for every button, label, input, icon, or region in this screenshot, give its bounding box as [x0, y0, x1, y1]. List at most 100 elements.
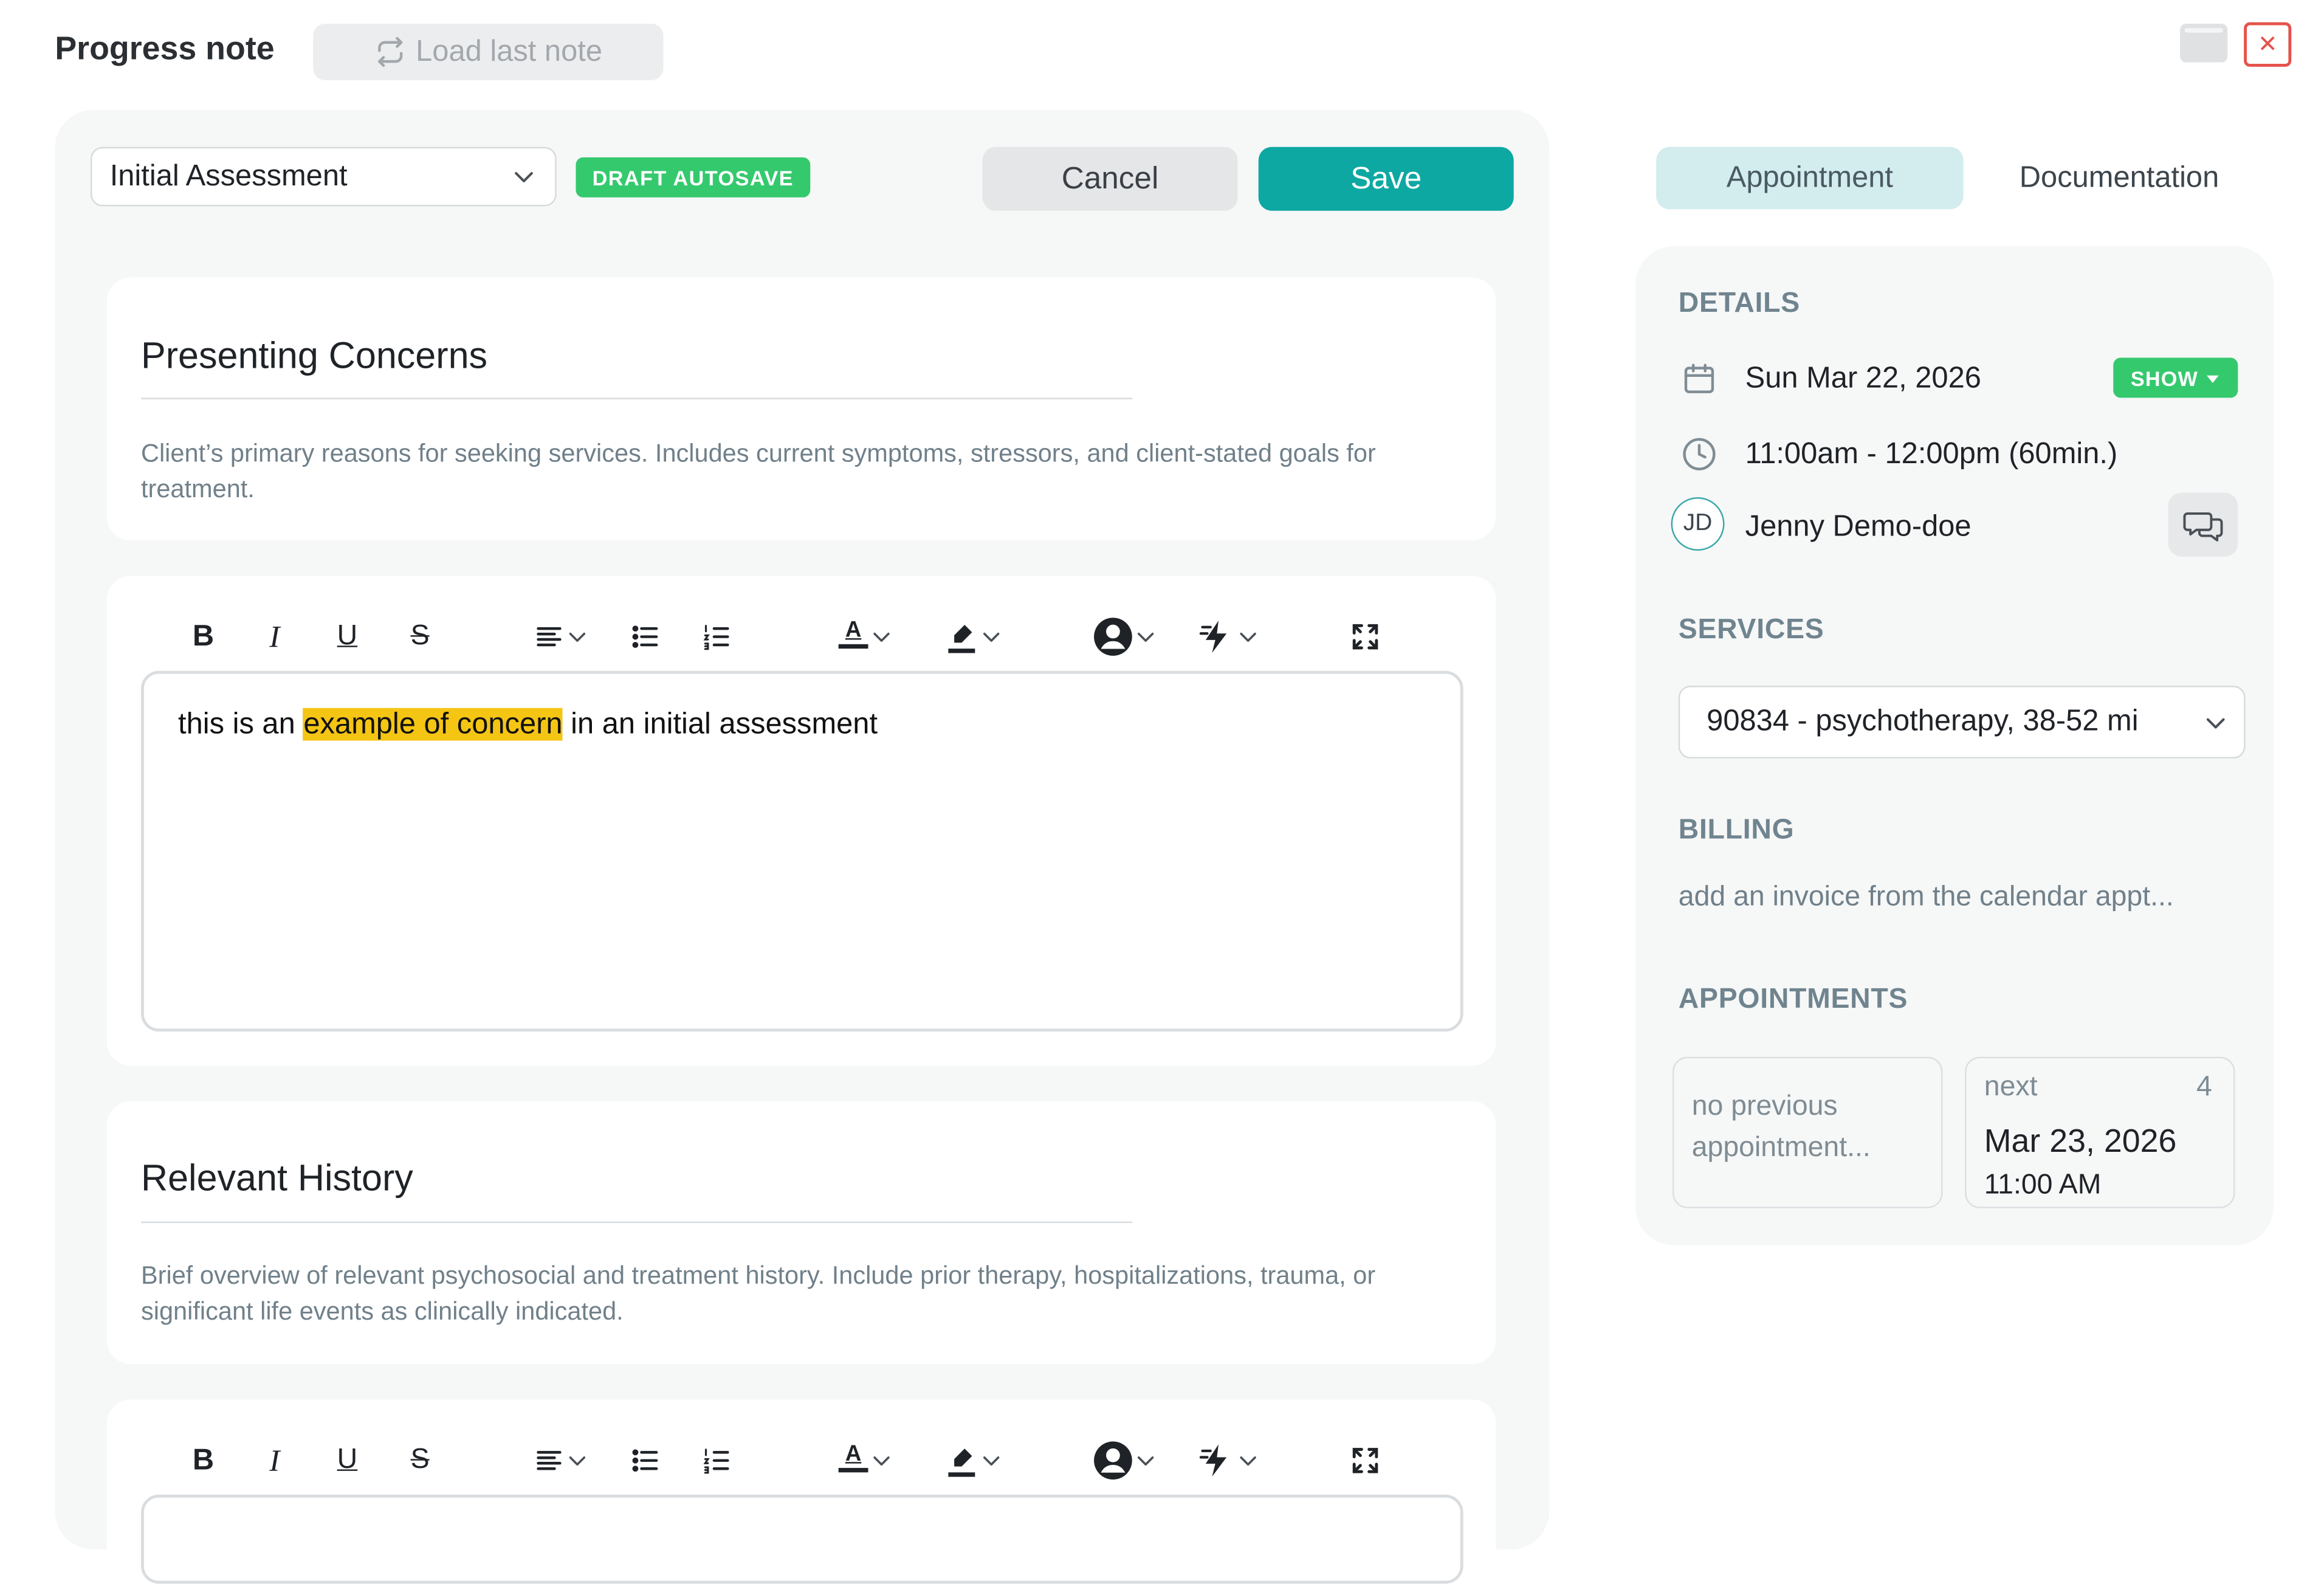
service-select[interactable]: 90834 - psychotherapy, 38-52 mi — [1678, 686, 2246, 759]
clock-icon — [1683, 438, 1716, 470]
chevron-down-icon — [515, 172, 533, 182]
numbered-list-icon — [703, 625, 729, 650]
caret-down-icon — [2207, 374, 2219, 382]
user-icon — [1094, 618, 1132, 656]
strikethrough-button[interactable]: S — [401, 616, 439, 657]
billing-text: add an invoice from the calendar appt... — [1678, 881, 2174, 913]
template-select-value: Initial Assessment — [109, 159, 348, 193]
highlighted-text: example of concern — [303, 708, 563, 741]
italic-button[interactable]: I — [255, 1440, 294, 1481]
underline-button[interactable]: U — [328, 1440, 366, 1481]
section-description: Client’s primary reasons for seeking ser… — [140, 439, 1376, 503]
save-button[interactable]: Save — [1258, 146, 1514, 211]
avatar[interactable]: JD — [1671, 497, 1725, 551]
insert-client-field-dropdown[interactable] — [1085, 613, 1165, 661]
services-heading: SERVICES — [1678, 614, 1824, 646]
calendar-icon — [1684, 363, 1714, 393]
numbered-list-icon — [703, 1448, 729, 1474]
text-color-dropdown[interactable]: A — [820, 1438, 910, 1482]
billing-heading: BILLING — [1678, 814, 1795, 846]
load-last-note-label: Load last note — [416, 35, 602, 68]
text-color-dropdown[interactable]: A — [820, 615, 910, 659]
section-divider — [140, 1221, 1133, 1224]
bulleted-list-button[interactable] — [626, 618, 664, 656]
attendance-status-dropdown[interactable]: SHOW — [2113, 357, 2238, 398]
text-color-letter: A — [845, 617, 862, 643]
bold-button[interactable]: B — [184, 1440, 222, 1481]
rich-text-editor[interactable] — [140, 1494, 1463, 1584]
text-color-letter: A — [845, 1441, 862, 1467]
insert-client-field-dropdown[interactable] — [1085, 1437, 1165, 1484]
underline-button[interactable]: U — [328, 616, 366, 657]
section-divider — [140, 398, 1133, 399]
next-appointment-count: 4 — [2196, 1072, 2212, 1103]
fullscreen-icon — [1352, 1448, 1378, 1473]
text-color-icon: A — [837, 1441, 870, 1479]
refresh-icon — [378, 36, 403, 67]
attendance-status-label: SHOW — [2130, 365, 2199, 390]
chevron-down-icon — [1137, 1456, 1154, 1466]
template-select[interactable]: Initial Assessment — [90, 146, 557, 207]
tab-appointment[interactable]: Appointment — [1656, 146, 1964, 210]
chat-icon — [2182, 511, 2223, 541]
editor-text-segment: this is an — [178, 708, 304, 741]
numbered-list-button[interactable] — [698, 1441, 736, 1479]
chevron-down-icon — [1240, 632, 1256, 642]
fullscreen-button[interactable] — [1346, 618, 1384, 656]
cancel-button[interactable]: Cancel — [982, 146, 1238, 211]
strikethrough-button[interactable]: S — [401, 1440, 439, 1481]
chevron-down-icon — [983, 632, 1000, 642]
lightning-icon — [1199, 1444, 1227, 1477]
highlighter-icon — [948, 1448, 975, 1477]
bulleted-list-icon — [632, 1449, 658, 1472]
section-title: Relevant History — [140, 1157, 413, 1200]
fullscreen-icon — [1352, 624, 1378, 650]
editor-text-segment: in an initial assessment — [562, 708, 878, 741]
bulleted-list-icon — [632, 625, 658, 648]
numbered-list-button[interactable] — [698, 618, 736, 656]
message-client-button[interactable] — [2168, 492, 2238, 557]
appointments-heading: APPOINTMENTS — [1678, 983, 1908, 1016]
minimize-window-button[interactable] — [2180, 24, 2228, 63]
appointment-time: 11:00am - 12:00pm (60min.) — [1745, 438, 2118, 471]
appointment-date: Sun Mar 22, 2026 — [1745, 362, 1981, 395]
close-icon: ✕ — [2257, 32, 2278, 58]
section-title: Presenting Concerns — [140, 335, 488, 377]
next-appointment-date: Mar 23, 2026 — [1984, 1122, 2177, 1160]
details-heading: DETAILS — [1678, 288, 1800, 320]
align-dropdown[interactable] — [523, 618, 600, 656]
draft-autosave-badge: DRAFT AUTOSAVE — [576, 157, 811, 198]
chevron-down-icon — [569, 1456, 586, 1466]
text-color-icon: A — [837, 618, 870, 656]
italic-button[interactable]: I — [255, 616, 294, 657]
chevron-down-icon — [2206, 717, 2225, 728]
next-appointment-time: 11:00 AM — [1984, 1169, 2102, 1201]
chevron-down-icon — [1240, 1456, 1256, 1466]
highlight-color-dropdown[interactable] — [929, 1438, 1019, 1482]
fullscreen-button[interactable] — [1346, 1441, 1384, 1479]
bold-button[interactable]: B — [184, 616, 222, 657]
chevron-down-icon — [983, 1456, 1000, 1466]
page-title: Progress note — [55, 29, 275, 67]
quick-insert-dropdown[interactable] — [1189, 1437, 1269, 1484]
lightning-icon — [1199, 621, 1227, 653]
align-left-icon — [537, 627, 562, 647]
editor-content[interactable]: this is an example of concern in an init… — [178, 708, 878, 742]
load-last-note-button[interactable]: Load last note — [313, 24, 664, 80]
highlight-color-dropdown[interactable] — [929, 615, 1019, 659]
user-icon — [1094, 1441, 1132, 1480]
service-select-value: 90834 - psychotherapy, 38-52 mi — [1707, 704, 2139, 738]
chevron-down-icon — [873, 632, 890, 642]
chevron-down-icon — [569, 632, 586, 642]
bulleted-list-button[interactable] — [626, 1441, 664, 1479]
align-left-icon — [537, 1451, 562, 1470]
close-window-button[interactable]: ✕ — [2244, 22, 2292, 67]
align-dropdown[interactable] — [523, 1441, 600, 1479]
client-name[interactable]: Jenny Demo-doe — [1745, 511, 1972, 545]
tab-documentation[interactable]: Documentation — [1979, 147, 2258, 210]
quick-insert-dropdown[interactable] — [1189, 613, 1269, 661]
next-appointment-label: next — [1984, 1072, 2038, 1103]
chevron-down-icon — [1137, 632, 1154, 642]
section-description: Brief overview of relevant psychosocial … — [140, 1261, 1376, 1326]
highlighter-icon — [948, 625, 975, 653]
